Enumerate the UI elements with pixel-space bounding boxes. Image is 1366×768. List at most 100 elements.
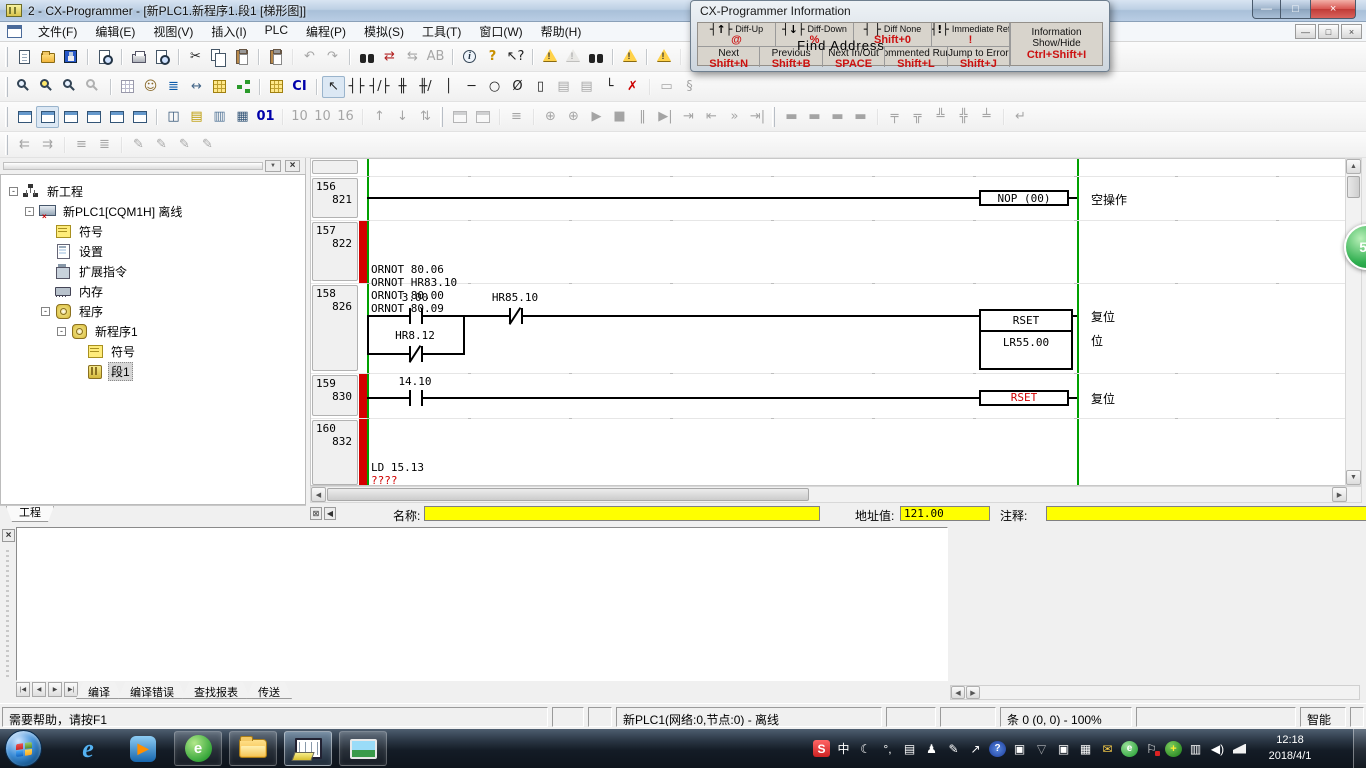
toolbar-button[interactable]: ≣ [93,134,116,156]
toolbar-button[interactable]: ┤├ [345,76,368,98]
taskbar-app-button[interactable] [284,731,332,766]
toolbar-button[interactable] [471,106,494,128]
toolbar-button[interactable] [13,106,36,128]
toolbar-button[interactable]: ⇥| [746,106,769,128]
tree-item[interactable]: 符号 [1,221,305,241]
toolbar-button[interactable]: ↖? [504,46,527,68]
output-close-button[interactable]: × [2,529,15,542]
toolbar-button[interactable]: 16 [334,106,357,128]
toolbar-button[interactable]: ↷ [321,46,344,68]
menu-item[interactable]: PLC [256,21,297,42]
taskbar-app-button[interactable] [339,731,387,766]
toolbar-button[interactable]: ↑ [368,106,391,128]
toolbar-button[interactable]: ╧ [975,106,998,128]
scroll-down-button[interactable]: ▼ [1346,470,1361,485]
toolbar-button[interactable]: ▶ [585,106,608,128]
menu-item[interactable]: 编程(P) [297,21,355,42]
tray-icon[interactable]: ✎ [945,740,962,757]
tree-item[interactable]: - 新工程 [1,181,305,201]
tab-next-button[interactable]: ▶ [48,682,62,697]
toolbar-grip[interactable] [5,47,8,67]
toolbar-button[interactable]: 10 [311,106,334,128]
toolbar-grip[interactable] [5,107,8,127]
toolbar-button[interactable]: ⇇ [13,134,36,156]
scroll-up-button[interactable]: ▲ [1346,159,1361,174]
tray-icon[interactable]: + [1165,741,1182,757]
toolbar-button[interactable] [618,46,641,68]
toolbar-button[interactable] [59,106,82,128]
scroll-left-button[interactable]: ◀ [951,686,965,699]
restore-button[interactable]: □ [1281,0,1310,19]
name-input[interactable] [424,506,820,521]
tray-icon[interactable]: 中 [835,740,852,757]
output-tab[interactable]: 编译错误 [118,682,186,699]
toolbar-button[interactable] [231,76,254,98]
toolbar-button[interactable]: ≣ [162,76,185,98]
toolbar-button[interactable]: ↓ [391,106,414,128]
output-tab[interactable]: 传送 [246,682,292,699]
ladder-vertical-scrollbar[interactable]: ▲ ▼ [1345,158,1362,486]
toolbar-button[interactable]: § [678,76,701,98]
toolbar-button[interactable] [13,46,36,68]
toolbar-button[interactable]: ☺ [139,76,162,98]
output-tab[interactable]: 编译 [76,682,122,699]
menu-item[interactable]: 文件(F) [29,21,86,42]
toolbar-button[interactable]: ⊕ [539,106,562,128]
panel-close-button[interactable]: × [285,160,300,172]
toolbar-button[interactable]: ╤ [883,106,906,128]
taskbar-app-button[interactable]: ▶ [119,731,167,766]
tab-prev-button[interactable]: ◀ [32,682,46,697]
tree-item[interactable]: 设置 [1,241,305,261]
tray-icon[interactable]: ▤ [901,740,918,757]
toolbar-button[interactable] [584,46,607,68]
ladder-rung-159[interactable]: 159 830 14.10 RSET 复位 [311,374,1345,419]
toolbar-button[interactable]: ▤ [552,76,575,98]
menu-item[interactable]: 编辑(E) [86,21,144,42]
toolbar-button[interactable] [36,76,59,98]
tray-icon[interactable]: S [813,740,830,757]
mdi-minimize-button[interactable]: — [1295,24,1316,39]
toolbar-button[interactable]: ─ [460,76,483,98]
menu-item[interactable]: 帮助(H) [532,21,591,42]
toolbar-button[interactable] [150,46,173,68]
tray-icon[interactable]: ↗ [967,740,984,757]
tray-icon[interactable]: ▥ [1187,740,1204,757]
scroll-right-button[interactable]: ▶ [966,686,980,699]
toolbar-button[interactable]: ⇥ [677,106,700,128]
tree-item[interactable]: - 新程序1 [1,321,305,341]
toolbar-button[interactable] [265,76,288,98]
contact-operand[interactable]: HR8.12 [375,329,455,342]
mdi-close-button[interactable]: × [1341,24,1362,39]
tree-expand-box[interactable]: - [57,327,66,336]
toolbar-button[interactable]: ‖ [631,106,654,128]
toolbar-button[interactable] [652,46,675,68]
toolbar-button[interactable]: ↖ [322,76,345,98]
toolbar-grip[interactable] [772,107,775,127]
tray-icon[interactable]: ◀) [1209,740,1226,757]
tray-icon[interactable]: ✉ [1099,740,1116,757]
toolbar-button[interactable]: ≡ [505,106,528,128]
taskbar-clock[interactable]: 12:18 2018/4/1 [1254,732,1326,764]
toolbar-button[interactable]: ↔ [185,76,208,98]
toolbar-button[interactable]: ⇆ [401,46,424,68]
toolbar-button[interactable] [264,46,287,68]
menu-item[interactable]: 模拟(S) [355,21,413,42]
menu-item[interactable]: 插入(I) [202,21,255,42]
bar-collapse-button[interactable]: ◀ [324,507,336,520]
toolbar-button[interactable]: ▯ [529,76,552,98]
toolbar-button[interactable] [127,46,150,68]
toolbar-button[interactable]: 01 [254,106,277,128]
tree-item[interactable]: - 程序 [1,301,305,321]
tray-icon[interactable]: ▦ [1077,740,1094,757]
toolbar-button[interactable]: » [723,106,746,128]
ladder-editor[interactable]: 156 821 NOP (00) 空操作 157 822 ORN [310,158,1345,486]
cx-programmer-information-popup[interactable]: CX-Programmer Information ┤↑├ Diff-Up @ [690,0,1110,72]
toolbar-button[interactable]: ○ [483,76,506,98]
minimize-button[interactable]: — [1252,0,1281,19]
scroll-thumb[interactable] [1347,176,1360,198]
tray-icon[interactable]: e [1121,741,1138,757]
taskbar-app-button[interactable]: e [64,731,112,766]
toolbar-button[interactable]: ✂ [184,46,207,68]
toolbar-button[interactable]: └ [598,76,621,98]
toolbar-button[interactable] [208,76,231,98]
